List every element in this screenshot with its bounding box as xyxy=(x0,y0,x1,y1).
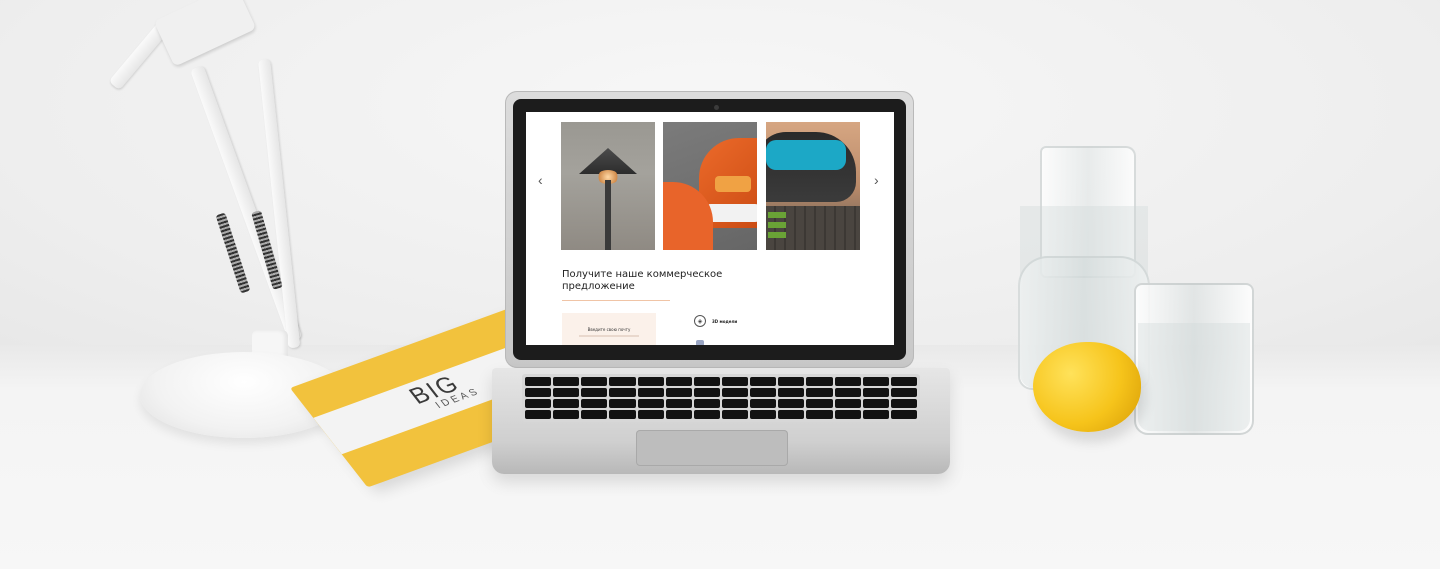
laptop-screen: ‹ › Получите наше коммерческое предложен… xyxy=(526,112,894,345)
chair-cushion xyxy=(715,176,751,192)
laptop-trackpad xyxy=(636,430,788,466)
webcam-icon xyxy=(714,105,719,110)
carousel-prev-button[interactable]: ‹ xyxy=(538,172,543,188)
glass-water xyxy=(1138,323,1250,431)
email-box-label: Введите свою почту xyxy=(587,327,631,332)
laptop-base xyxy=(492,368,950,474)
3d-model-icon: ◈ xyxy=(694,315,706,327)
carousel-slide-teal-lounge-sofa[interactable] xyxy=(766,122,860,250)
email-input-line[interactable] xyxy=(579,335,639,337)
email-signup-box[interactable]: Введите свою почту xyxy=(562,313,656,345)
water-glass xyxy=(1134,283,1254,435)
sofa-cushions xyxy=(766,140,846,170)
laptop-keyboard xyxy=(522,374,920,422)
offer-title: Получите наше коммерческое предложение xyxy=(562,269,723,292)
lemon xyxy=(1033,342,1141,432)
carousel-slide-orange-chair[interactable] xyxy=(663,122,757,250)
feature-icon-partial xyxy=(696,340,704,345)
moss-tiles xyxy=(768,208,786,238)
offer-divider xyxy=(562,300,670,301)
carousel-slide-patio-heater[interactable] xyxy=(561,122,655,250)
feature-label: 3D модели xyxy=(712,318,738,324)
carousel-next-button[interactable]: › xyxy=(874,172,879,188)
heater-pole xyxy=(605,180,611,250)
laptop-lid: ‹ › Получите наше коммерческое предложен… xyxy=(505,91,914,368)
feature-item: ◈ 3D модели xyxy=(694,315,737,327)
